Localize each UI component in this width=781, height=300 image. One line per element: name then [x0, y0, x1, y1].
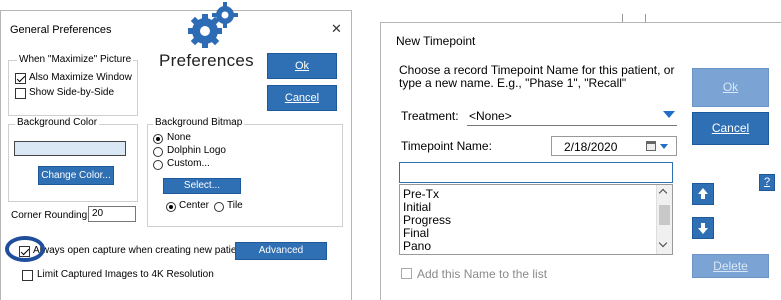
list-item[interactable]: Progress	[403, 213, 451, 227]
cancel-button[interactable]: Cancel	[267, 85, 337, 111]
side-by-side-checkbox[interactable]	[15, 88, 26, 99]
maximize-group-title: When "Maximize" Picture	[17, 54, 134, 65]
center-radio[interactable]	[166, 202, 176, 212]
background-color-swatch	[14, 141, 126, 156]
bitmap-dolphin-logo-radio[interactable]	[153, 147, 163, 157]
delete-label: Delete	[713, 259, 748, 273]
add-to-list-label: Add this Name to the list	[417, 267, 548, 281]
bitmap-none-radio[interactable]	[153, 134, 163, 144]
move-up-button[interactable]	[692, 183, 714, 205]
general-preferences-dialog: General Preferences ✕ Preferences Ok Can…	[0, 2, 352, 300]
treatment-label: Treatment:	[401, 109, 459, 123]
list-item[interactable]: Final	[403, 226, 429, 240]
timepoint-listbox[interactable]: Pre-Tx Initial Progress Final Pano	[399, 184, 673, 255]
also-maximize-checkbox[interactable]	[15, 73, 26, 84]
bitmap-custom-radio[interactable]	[153, 160, 163, 170]
background-color-group-title: Background Color	[15, 117, 100, 128]
limit-4k-label: Limit Captured Images to 4K Resolution	[37, 269, 214, 280]
bitmap-dolphin-logo-label: Dolphin Logo	[167, 145, 226, 156]
corner-rounding-input[interactable]: 20	[88, 206, 136, 222]
always-open-capture-label: Always open capture when creating new pa…	[33, 245, 245, 256]
select-bitmap-button[interactable]: Select...	[163, 178, 241, 194]
background-color-group	[8, 124, 138, 202]
corner-rounding-value: 20	[92, 208, 104, 219]
scrollbar[interactable]	[656, 185, 672, 254]
list-item[interactable]: Pano	[403, 239, 431, 253]
calendar-icon	[646, 141, 656, 151]
divider-line	[645, 14, 646, 22]
ok-button[interactable]: Ok	[267, 53, 337, 79]
instructions-line-1: Choose a record Timepoint Name for this …	[399, 63, 675, 77]
advanced-settings-button[interactable]: Advanced Settings...	[235, 242, 327, 272]
move-down-button[interactable]	[692, 217, 714, 239]
treatment-value: <None>	[469, 109, 512, 123]
cancel-label: Cancel	[284, 92, 320, 104]
delete-button[interactable]: Delete	[692, 254, 769, 278]
bitmap-custom-label: Custom...	[167, 158, 210, 169]
timepoint-name-label: Timepoint Name:	[401, 139, 492, 153]
new-timepoint-dialog: New Timepoint Choose a record Timepoint …	[380, 22, 781, 300]
date-value: 2/18/2020	[564, 140, 618, 154]
cancel-button[interactable]: Cancel	[692, 112, 769, 145]
center-label: Center	[179, 200, 210, 211]
arrow-up-icon	[698, 188, 708, 199]
help-button[interactable]: ?	[759, 174, 775, 191]
list-item[interactable]: Pre-Tx	[403, 187, 439, 201]
gears-icon	[183, 1, 243, 53]
change-color-button[interactable]: Change Color...	[38, 166, 114, 185]
ok-label: Ok	[722, 80, 739, 94]
background-bitmap-group-title: Background Bitmap	[153, 117, 245, 128]
add-to-list-checkbox[interactable]	[401, 268, 412, 279]
date-picker[interactable]: 2/18/2020	[551, 136, 677, 156]
chevron-down-icon	[660, 144, 668, 149]
also-maximize-label: Also Maximize Window	[29, 72, 132, 83]
chevron-down-icon	[663, 111, 675, 118]
timepoint-name-input[interactable]	[399, 162, 673, 183]
dialog-title: New Timepoint	[396, 34, 476, 48]
instructions-line-2: type a new name. E.g., "Phase 1", "Recal…	[399, 76, 627, 90]
arrow-down-icon	[698, 223, 708, 234]
divider-line	[622, 14, 623, 22]
scroll-down-icon[interactable]	[658, 238, 668, 248]
dialog-title: General Preferences	[10, 24, 112, 36]
treatment-dropdown[interactable]: <None>	[467, 105, 677, 126]
limit-4k-checkbox[interactable]	[22, 270, 33, 281]
bitmap-none-label: None	[167, 132, 191, 143]
scroll-up-icon[interactable]	[658, 188, 668, 198]
cancel-label: Cancel	[711, 121, 750, 135]
ok-label: Ok	[294, 60, 310, 72]
side-by-side-label: Show Side-by-Side	[29, 87, 115, 98]
highlight-circle	[5, 236, 45, 262]
list-item[interactable]: Initial	[403, 200, 431, 214]
ok-button[interactable]: Ok	[692, 68, 769, 107]
help-label: ?	[763, 176, 771, 188]
corner-rounding-label: Corner Rounding:	[11, 210, 90, 221]
tile-radio[interactable]	[214, 202, 224, 212]
tile-label: Tile	[227, 200, 243, 211]
close-icon[interactable]: ✕	[331, 21, 342, 37]
preferences-heading: Preferences	[159, 51, 254, 70]
scroll-thumb[interactable]	[659, 205, 670, 225]
